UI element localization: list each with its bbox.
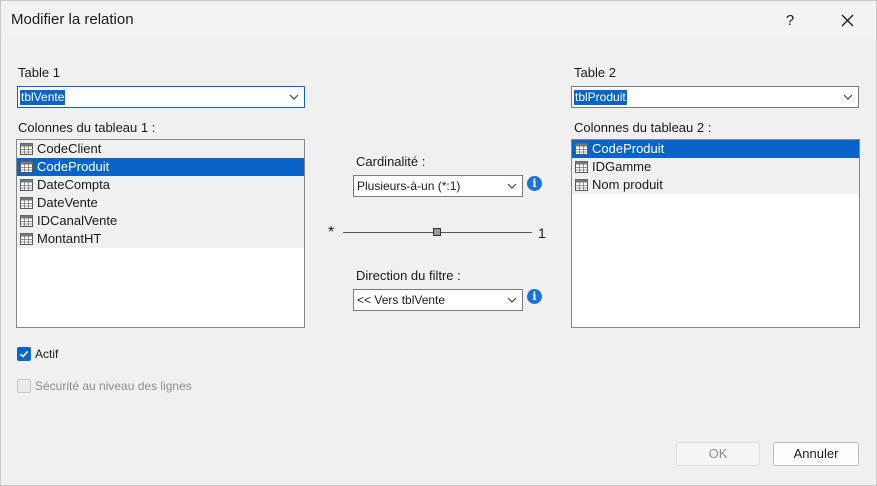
table-column-icon <box>575 143 588 155</box>
close-button[interactable] <box>827 1 867 39</box>
cancel-button[interactable]: Annuler <box>773 442 859 466</box>
table1-label: Table 1 <box>18 65 60 80</box>
filter-direction-value: << Vers tblVente <box>357 293 446 307</box>
active-checkbox[interactable] <box>17 347 31 361</box>
active-label: Actif <box>35 347 59 361</box>
column-list-item[interactable]: CodeProduit <box>572 140 859 158</box>
table2-select[interactable]: tblProduit <box>571 86 859 108</box>
column-list-item[interactable]: IDCanalVente <box>17 212 304 230</box>
table2-columns-list[interactable]: CodeProduit IDGamme Nom produit <box>571 139 860 328</box>
table2-value: tblProduit <box>574 90 627 105</box>
column-name: CodeProduit <box>37 159 110 174</box>
column-list-item[interactable]: DateVente <box>17 194 304 212</box>
table2-label: Table 2 <box>574 65 616 80</box>
column-list-item[interactable]: IDGamme <box>572 158 859 176</box>
cardinality-many-symbol: * <box>328 224 335 241</box>
row-level-security-checkbox[interactable] <box>17 379 31 393</box>
column-list-item[interactable]: Nom produit <box>572 176 859 194</box>
column-list-item[interactable]: CodeProduit <box>17 158 304 176</box>
column-list-item[interactable]: DateCompta <box>17 176 304 194</box>
table-column-icon <box>20 143 33 155</box>
help-button[interactable]: ? <box>771 1 809 39</box>
chevron-down-icon <box>289 94 299 100</box>
column-name: MontantHT <box>37 231 102 246</box>
modify-relation-dialog: Modifier la relation ? Table 1 tblVente … <box>0 0 877 486</box>
table-column-icon <box>20 215 33 227</box>
chevron-down-icon <box>507 183 517 189</box>
column-list-item[interactable]: MontantHT <box>17 230 304 248</box>
close-icon <box>841 14 853 26</box>
column-name: IDCanalVente <box>37 213 118 228</box>
column-name: DateCompta <box>37 177 110 192</box>
table-column-icon <box>20 197 33 209</box>
column-name: DateVente <box>37 195 98 210</box>
checkmark-icon <box>19 350 29 358</box>
column-name: IDGamme <box>592 159 652 174</box>
cardinality-label: Cardinalité : <box>356 154 426 169</box>
chevron-down-icon <box>843 94 853 100</box>
table1-value: tblVente <box>20 90 66 105</box>
column-list-item[interactable]: CodeClient <box>17 140 304 158</box>
relationship-handle[interactable] <box>433 228 441 236</box>
filter-direction-info-icon[interactable]: i <box>527 289 542 304</box>
filter-direction-label: Direction du filtre : <box>356 268 461 283</box>
cardinality-info-icon[interactable]: i <box>527 176 542 191</box>
column-name: CodeClient <box>37 141 102 156</box>
table-column-icon <box>575 179 588 191</box>
ok-button[interactable]: OK <box>676 442 760 466</box>
table1-columns-list[interactable]: CodeClient CodeProduit DateCompta DateVente… <box>16 139 305 328</box>
column-name: Nom produit <box>592 177 663 192</box>
row-level-security-label: Sécurité au niveau des lignes <box>35 379 192 393</box>
table2-columns-label: Colonnes du tableau 2 : <box>574 120 712 135</box>
cardinality-select[interactable]: Plusieurs-à-un (*:1) <box>353 175 523 197</box>
filter-direction-select[interactable]: << Vers tblVente <box>353 289 523 311</box>
cardinality-value: Plusieurs-à-un (*:1) <box>357 179 461 193</box>
table-column-icon <box>20 161 33 173</box>
chevron-down-icon <box>507 297 517 303</box>
table-column-icon <box>20 179 33 191</box>
dialog-title: Modifier la relation <box>11 11 134 28</box>
table1-select[interactable]: tblVente <box>17 86 305 108</box>
table-column-icon <box>575 161 588 173</box>
table1-columns-label: Colonnes du tableau 1 : <box>18 120 156 135</box>
table-column-icon <box>20 233 33 245</box>
column-name: CodeProduit <box>592 141 665 156</box>
title-bar: Modifier la relation ? <box>1 1 876 39</box>
cardinality-one-symbol: 1 <box>538 225 546 241</box>
